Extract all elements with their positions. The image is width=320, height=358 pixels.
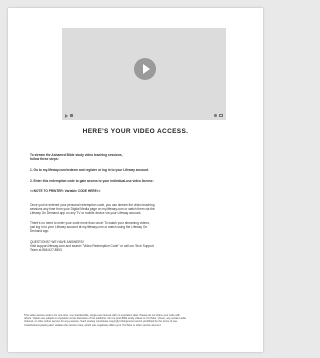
legal-fineprint: This video access code is for one-time, … [24, 314, 246, 327]
volume-icon[interactable] [70, 114, 73, 117]
paragraph-redemption: Once you've entered your personal redemp… [30, 203, 240, 215]
play-icon[interactable] [134, 58, 156, 80]
fullscreen-icon[interactable] [219, 114, 223, 117]
intro-text: To stream the Ashamed Bible study video … [30, 153, 240, 161]
paragraph-streaming: There's no need to enter your code more … [30, 221, 240, 233]
printer-note: >>NOTE TO PRINTER: Variable CODE HERE<< [30, 189, 101, 193]
fineprint-line: Unauthorized posting also violates the s… [24, 323, 162, 327]
page-title: HERE'S YOUR VIDEO ACCESS. [82, 128, 189, 135]
paragraph-line: Demand app. [30, 229, 50, 234]
settings-icon[interactable] [214, 114, 217, 117]
step-2: 2. Enter this redemption code to gain ac… [30, 179, 154, 183]
support-section: QUESTIONS? WE HAVE ANSWERS! Visit suppor… [30, 240, 240, 252]
controls-right [214, 114, 223, 117]
controls-left [65, 113, 73, 118]
small-play-icon[interactable] [65, 113, 68, 118]
paragraph-line: Lifeway On Demand app on any TV or mobil… [30, 211, 142, 216]
document-page: HERE'S YOUR VIDEO ACCESS. To stream the … [8, 8, 263, 352]
video-controls [62, 111, 226, 120]
step-1: 1. Go to my.lifeway.com/redeem and regis… [30, 168, 149, 172]
support-line: Team at 866.627.8553 [30, 248, 62, 253]
video-thumbnail[interactable] [62, 28, 226, 120]
intro-line: follow these steps: [30, 157, 59, 162]
